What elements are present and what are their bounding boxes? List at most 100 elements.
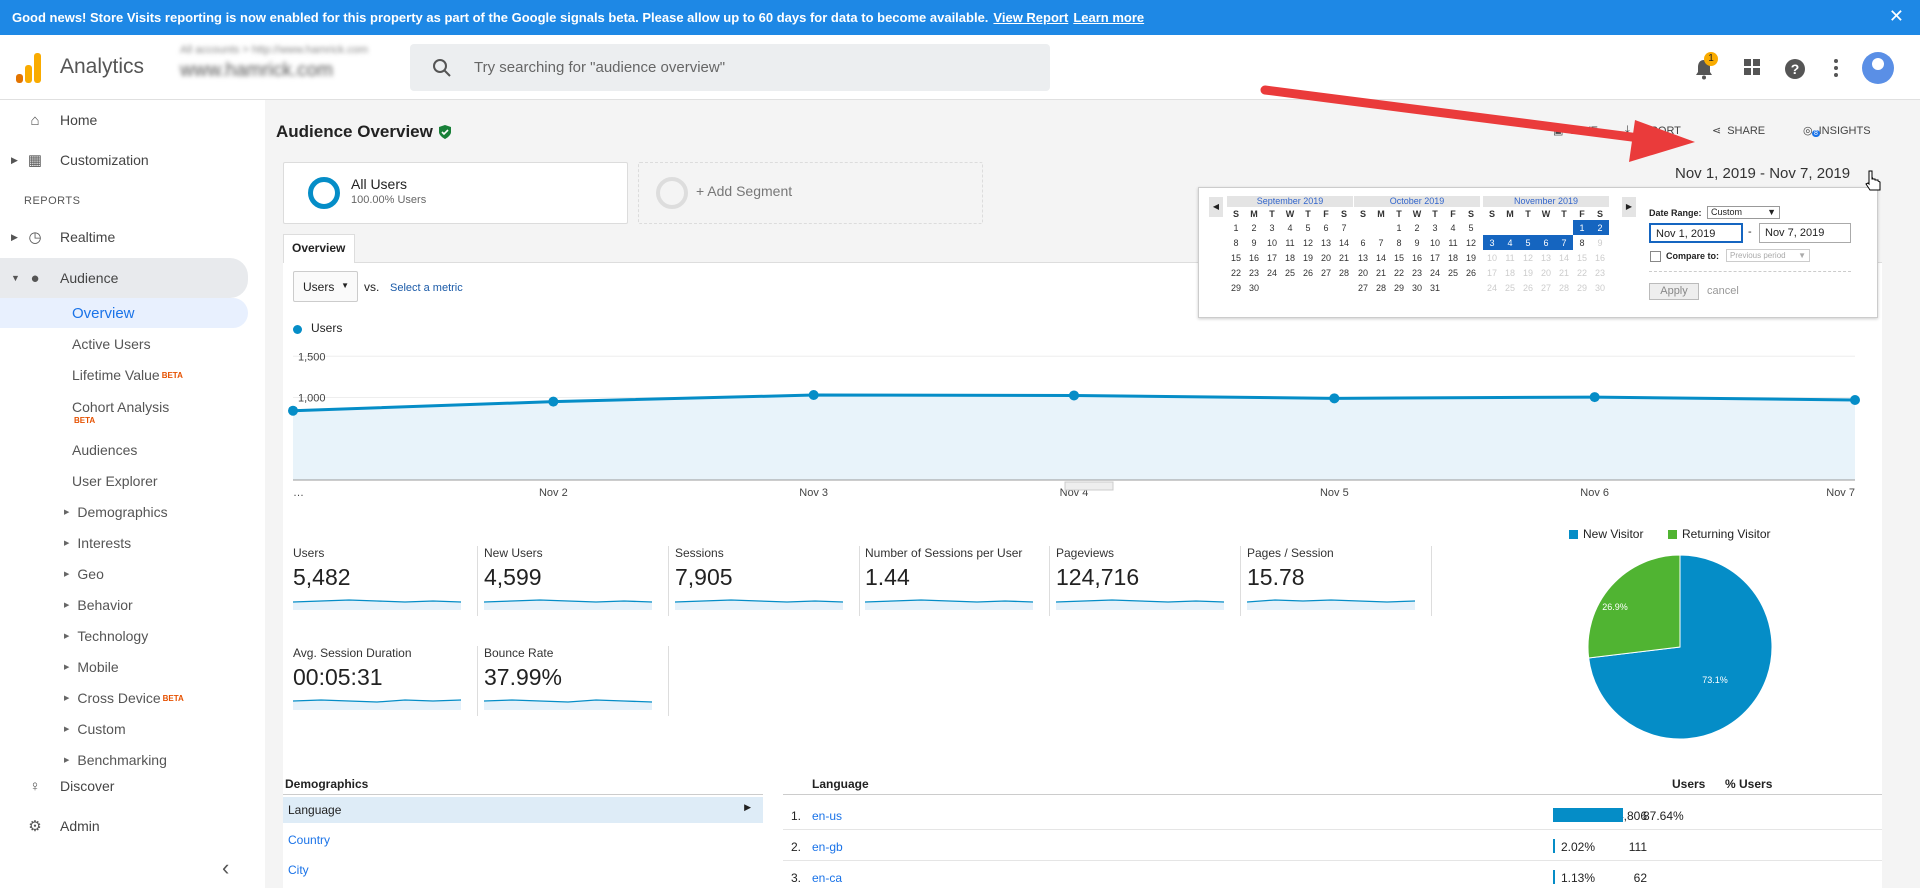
avatar[interactable]	[1862, 52, 1894, 84]
calendar-day[interactable]: 3	[1426, 220, 1444, 235]
sidebar-subitem-custom[interactable]: ▶ Custom	[64, 714, 126, 744]
calendar-day[interactable]: 8	[1573, 235, 1591, 250]
calendar-day[interactable]: 17	[1426, 250, 1444, 265]
calendar-day[interactable]: 6	[1317, 220, 1335, 235]
calendar-day[interactable]: 1	[1573, 220, 1591, 235]
calendar-day[interactable]: 12	[1519, 250, 1537, 265]
calendar-day[interactable]: 31	[1426, 280, 1444, 295]
sidebar-subitem-audiences[interactable]: Audiences	[72, 435, 137, 465]
row-language-link[interactable]: en-us	[812, 809, 842, 823]
calendar-day[interactable]: 15	[1390, 250, 1408, 265]
metric-card[interactable]: Users 5,482	[293, 546, 478, 616]
calendar-day[interactable]: 22	[1390, 265, 1408, 280]
calendar-day[interactable]: 2	[1591, 220, 1609, 235]
view-report-link[interactable]: View Report	[993, 10, 1068, 25]
calendar-day[interactable]: 30	[1245, 280, 1263, 295]
calendar-day[interactable]: 28	[1335, 265, 1353, 280]
calendar-day[interactable]: 17	[1263, 250, 1281, 265]
more-vert-icon[interactable]	[1824, 58, 1848, 82]
tab-overview[interactable]: Overview	[283, 234, 355, 263]
calendar-day[interactable]: 11	[1444, 235, 1462, 250]
calendar-day[interactable]: 22	[1227, 265, 1245, 280]
calendar-day[interactable]: 3	[1263, 220, 1281, 235]
calendar-day[interactable]: 29	[1390, 280, 1408, 295]
segment-all-users[interactable]: All Users 100.00% Users	[283, 162, 628, 224]
calendar-day[interactable]: 1	[1227, 220, 1245, 235]
sidebar-subitem-mobile[interactable]: ▶ Mobile	[64, 652, 119, 682]
learn-more-link[interactable]: Learn more	[1073, 10, 1144, 25]
metric-select[interactable]: Users ▼	[293, 271, 358, 302]
metric-card[interactable]: Sessions 7,905	[675, 546, 860, 616]
calendar-day[interactable]: 13	[1317, 235, 1335, 250]
calendar-day[interactable]: 19	[1519, 265, 1537, 280]
help-icon[interactable]: ?	[1783, 58, 1807, 82]
calendar-day[interactable]: 13	[1537, 250, 1555, 265]
calendar-day[interactable]: 19	[1462, 250, 1480, 265]
calendar-day[interactable]: 13	[1354, 250, 1372, 265]
calendar-day[interactable]: 7	[1335, 220, 1353, 235]
row-language-link[interactable]: en-gb	[812, 840, 843, 854]
calendar-day[interactable]: 30	[1408, 280, 1426, 295]
calendar-day[interactable]: 24	[1483, 280, 1501, 295]
sidebar-subitem-interests[interactable]: ▶ Interests	[64, 528, 131, 558]
calendar-day[interactable]: 18	[1281, 250, 1299, 265]
calendar-day[interactable]: 19	[1299, 250, 1317, 265]
calendar-day[interactable]: 14	[1335, 235, 1353, 250]
row-language-link[interactable]: en-ca	[812, 871, 842, 885]
calendar-day[interactable]: 8	[1227, 235, 1245, 250]
sidebar-item-discover[interactable]: ♀ Discover	[0, 768, 248, 804]
sidebar-subitem-behavior[interactable]: ▶ Behavior	[64, 590, 133, 620]
calendar-day[interactable]: 26	[1519, 280, 1537, 295]
sidebar-subitem-user-explorer[interactable]: User Explorer	[72, 466, 158, 496]
demographics-item-language[interactable]: Language ▶	[283, 797, 763, 823]
calendar-day[interactable]: 20	[1537, 265, 1555, 280]
sidebar-subitem-active-users[interactable]: Active Users	[72, 329, 151, 359]
search-bar[interactable]: Try searching for "audience overview"	[410, 44, 1050, 91]
calendar-day[interactable]: 7	[1372, 235, 1390, 250]
calendar-day[interactable]: 20	[1354, 265, 1372, 280]
metric-card[interactable]: Pageviews 124,716	[1056, 546, 1241, 616]
calendar-day[interactable]: 21	[1372, 265, 1390, 280]
account-selector[interactable]: All accounts > http://www.hamrick.com ww…	[180, 44, 400, 92]
calendar-day[interactable]: 28	[1555, 280, 1573, 295]
calendar-day[interactable]: 9	[1408, 235, 1426, 250]
calendar-day[interactable]: 9	[1245, 235, 1263, 250]
calendar-day[interactable]: 26	[1299, 265, 1317, 280]
sidebar-item-home[interactable]: ⌂ Home	[0, 102, 248, 138]
calendar-day[interactable]: 21	[1335, 250, 1353, 265]
calendar-day[interactable]: 15	[1227, 250, 1245, 265]
calendar-day[interactable]: 5	[1519, 235, 1537, 250]
calendar-day[interactable]: 25	[1281, 265, 1299, 280]
calendar-day[interactable]: 29	[1573, 280, 1591, 295]
compare-select[interactable]: Previous period ▼	[1726, 249, 1810, 262]
calendar-day[interactable]: 24	[1263, 265, 1281, 280]
calendar-day[interactable]: 6	[1537, 235, 1555, 250]
metric-card[interactable]: Number of Sessions per User 1.44	[865, 546, 1050, 616]
calendar-day[interactable]: 27	[1317, 265, 1335, 280]
start-date-input[interactable]: Nov 1, 2019	[1649, 223, 1743, 243]
end-date-input[interactable]: Nov 7, 2019	[1759, 223, 1851, 243]
calendar-day[interactable]: 30	[1591, 280, 1609, 295]
calendar-day[interactable]: 16	[1245, 250, 1263, 265]
calendar-day[interactable]: 18	[1444, 250, 1462, 265]
calendar-day[interactable]: 27	[1354, 280, 1372, 295]
calendar-day[interactable]: 29	[1227, 280, 1245, 295]
calendar-day[interactable]: 23	[1245, 265, 1263, 280]
calendar-day[interactable]: 23	[1408, 265, 1426, 280]
calendar-day[interactable]: 2	[1245, 220, 1263, 235]
sidebar-item-audience[interactable]: ▼ ● Audience	[0, 258, 248, 298]
select-metric-link[interactable]: Select a metric	[390, 282, 463, 294]
calendar-day[interactable]: 12	[1462, 235, 1480, 250]
calendar-day[interactable]: 5	[1462, 220, 1480, 235]
calendar-day[interactable]: 22	[1573, 265, 1591, 280]
calendar-day[interactable]: 15	[1573, 250, 1591, 265]
calendar-day[interactable]: 4	[1444, 220, 1462, 235]
calendar-day[interactable]: 24	[1426, 265, 1444, 280]
demographics-item-country[interactable]: Country	[288, 833, 330, 847]
apply-button[interactable]: Apply	[1649, 283, 1699, 300]
calendar-day[interactable]: 4	[1501, 235, 1519, 250]
calendar-day[interactable]: 2	[1408, 220, 1426, 235]
calendar-day[interactable]: 18	[1501, 265, 1519, 280]
metric-card[interactable]: Pages / Session 15.78	[1247, 546, 1432, 616]
calendar-day[interactable]: 11	[1281, 235, 1299, 250]
